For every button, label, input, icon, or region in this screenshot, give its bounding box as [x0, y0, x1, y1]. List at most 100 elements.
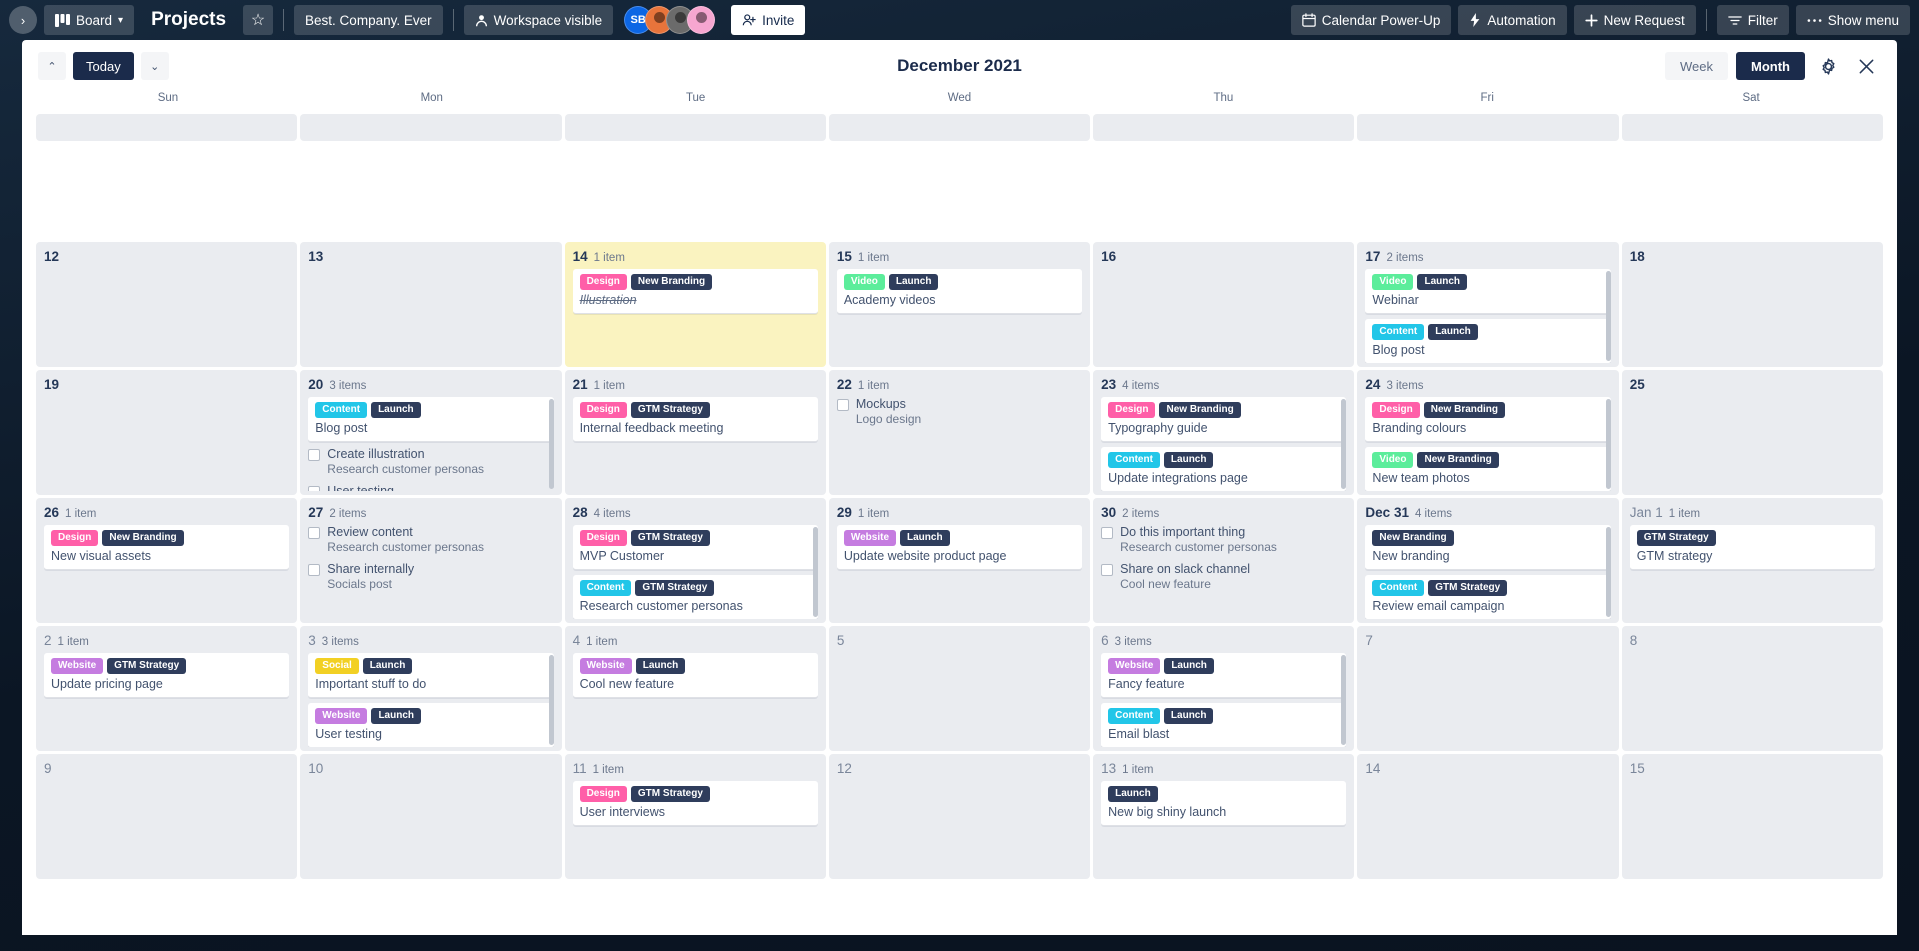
card-label[interactable]: New Branding [630, 274, 713, 290]
calendar-card[interactable]: Content Launch Blog post [308, 397, 554, 442]
card-label[interactable]: New Branding [1159, 402, 1241, 418]
checklist-item[interactable]: Do this important thing Research customer… [1101, 525, 1346, 555]
card-label[interactable]: Launch [1163, 708, 1214, 724]
checklist-item[interactable]: Create illustration Research customer per… [308, 447, 553, 477]
calendar-card[interactable]: Content Launch Blog post [1365, 319, 1611, 363]
calendar-strip-cell[interactable] [828, 114, 1091, 141]
day-scrollbar[interactable] [1341, 399, 1347, 489]
calendar-day-cell[interactable]: 22 1 item Mockups Logo design [828, 370, 1091, 495]
calendar-day-cell[interactable]: 21 1 item Design GTM Strategy Internal feedb… [564, 370, 826, 495]
calendar-day-cell[interactable]: 9 [36, 754, 298, 879]
calendar-day-cell[interactable]: Jan 1 1 item GTM Strategy GTM strategy [1621, 498, 1883, 623]
calendar-strip-cell[interactable] [1093, 114, 1355, 141]
calendar-day-cell[interactable]: 33 items Social Launch Important stuff to d… [300, 626, 562, 751]
star-board-button[interactable]: ☆ [243, 5, 274, 35]
card-label[interactable]: GTM Strategy [1636, 530, 1716, 546]
calendar-day-cell[interactable]: 2 1 item Website GTM Strategy Update pricing… [36, 626, 298, 751]
calendar-card[interactable]: Design GTM Strategy User interviews [572, 781, 818, 826]
workspace-name-button[interactable]: Best. Company. Ever [294, 5, 443, 35]
card-label[interactable]: Website [315, 708, 368, 724]
day-scrollbar[interactable] [1341, 655, 1347, 745]
card-label[interactable]: Launch [371, 708, 422, 724]
calendar-settings-button[interactable] [1813, 51, 1843, 81]
card-label[interactable]: Design [1108, 402, 1156, 418]
close-calendar-button[interactable] [1851, 51, 1881, 81]
calendar-day-cell[interactable]: 18 [1621, 242, 1883, 367]
calendar-card[interactable]: New Branding New branding [1365, 525, 1611, 570]
calendar-strip-cell[interactable] [1357, 114, 1619, 141]
calendar-day-cell[interactable]: 24 3 items Design New Branding Branding colo… [1357, 370, 1619, 495]
card-label[interactable]: Content [579, 580, 632, 596]
calendar-card[interactable]: Content Launch Email blast [1101, 703, 1347, 747]
calendar-card[interactable]: Website Launch Update website product page [836, 525, 1083, 570]
checklist-item[interactable]: User testing [308, 484, 553, 491]
card-label[interactable]: GTM Strategy [107, 658, 187, 674]
calendar-card[interactable]: Design GTM Strategy MVP Customer [572, 525, 818, 570]
card-label[interactable]: New Branding [102, 530, 184, 546]
avatar[interactable] [687, 6, 716, 34]
visibility-button[interactable]: Workspace visible [463, 5, 614, 35]
calendar-day-cell[interactable]: 28 4 items Design GTM Strategy MVP Customer C… [564, 498, 826, 623]
card-label[interactable]: GTM Strategy [630, 530, 710, 546]
day-scrollbar[interactable] [548, 655, 554, 745]
calendar-day-cell[interactable]: 63 items Website Launch Fancy feature Conten… [1093, 626, 1355, 751]
calendar-day-cell[interactable]: 13 [300, 242, 562, 367]
calendar-day-cell[interactable]: 17 2 items Video Launch Webinar Content Launch… [1357, 242, 1619, 367]
calendar-day-cell[interactable]: 16 [1093, 242, 1355, 367]
checkbox[interactable] [308, 486, 321, 491]
card-label[interactable]: Launch [888, 274, 939, 290]
next-month-button[interactable]: ⌄ [140, 52, 169, 80]
automation-button[interactable]: Automation [1458, 5, 1567, 35]
card-label[interactable]: Launch [900, 530, 950, 546]
calendar-card[interactable]: Design New Branding Illustration [572, 269, 818, 314]
card-label[interactable]: New Branding [1372, 530, 1454, 546]
calendar-card[interactable]: GTM Strategy GTM strategy [1629, 525, 1875, 570]
day-scrollbar[interactable] [1605, 399, 1611, 489]
card-label[interactable]: Launch [1417, 274, 1468, 290]
calendar-card[interactable]: Website GTM Strategy Update pricing page [44, 653, 290, 698]
calendar-card[interactable]: Video Launch Academy videos [836, 269, 1083, 314]
calendar-strip-cell[interactable] [564, 114, 826, 141]
calendar-day-cell[interactable]: 12 [828, 754, 1091, 879]
expand-sidebar-button[interactable]: › [9, 6, 37, 34]
calendar-day-cell[interactable]: 25 [1621, 370, 1883, 495]
checkbox[interactable] [308, 449, 321, 461]
calendar-day-cell[interactable]: 30 2 items Do this important thing Research… [1093, 498, 1355, 623]
card-label[interactable]: New Branding [1417, 452, 1499, 468]
calendar-day-cell[interactable]: 26 1 item Design New Branding New visual ass… [36, 498, 298, 623]
calendar-card[interactable]: Video Launch Webinar [1365, 269, 1611, 314]
calendar-day-cell[interactable]: 27 2 items Review content Research customer… [300, 498, 562, 623]
calendar-day-cell[interactable]: 29 1 item Website Launch Update website prod… [828, 498, 1091, 623]
card-label[interactable]: Launch [635, 658, 686, 674]
calendar-day-cell[interactable]: 5 [828, 626, 1091, 751]
card-label[interactable]: Design [579, 530, 627, 546]
calendar-day-cell[interactable]: 15 1 item Video Launch Academy videos [828, 242, 1091, 367]
card-label[interactable]: GTM Strategy [635, 580, 715, 596]
card-label[interactable]: Launch [1108, 786, 1158, 802]
invite-button[interactable]: Invite [731, 5, 806, 35]
checklist-item[interactable]: Review content Research customer personas [308, 525, 553, 555]
checklist-item[interactable]: Share internally Socials post [308, 562, 553, 592]
calendar-day-cell[interactable]: 8 [1621, 626, 1883, 751]
checklist-item[interactable]: Share on slack channel Cool new feature [1101, 562, 1346, 592]
card-label[interactable]: Launch [1163, 452, 1214, 468]
card-label[interactable]: Launch [1428, 324, 1478, 340]
card-label[interactable]: Design [1372, 402, 1420, 418]
calendar-day-cell[interactable]: 15 [1621, 754, 1883, 879]
card-label[interactable]: Social [315, 658, 359, 674]
calendar-day-cell[interactable]: 13 1 item Launch New big shiny launch [1093, 754, 1355, 879]
card-label[interactable]: New Branding [1423, 402, 1505, 418]
card-label[interactable]: Content [1108, 452, 1160, 468]
calendar-card[interactable]: Design GTM Strategy Internal feedback meet… [572, 397, 818, 442]
calendar-day-cell[interactable]: 10 [300, 754, 562, 879]
card-label[interactable]: Website [1108, 658, 1161, 674]
calendar-day-cell[interactable]: 20 3 items Content Launch Blog post Create il… [300, 370, 562, 495]
checkbox[interactable] [308, 527, 321, 539]
day-scrollbar[interactable] [548, 399, 554, 489]
view-week-button[interactable]: Week [1665, 52, 1729, 80]
filter-button[interactable]: Filter [1716, 5, 1789, 35]
card-label[interactable]: Content [1372, 324, 1425, 340]
checkbox[interactable] [308, 564, 321, 576]
calendar-day-cell[interactable]: 14 1 item Design New Branding Illustration [564, 242, 826, 367]
show-menu-button[interactable]: Show menu [1795, 5, 1910, 35]
